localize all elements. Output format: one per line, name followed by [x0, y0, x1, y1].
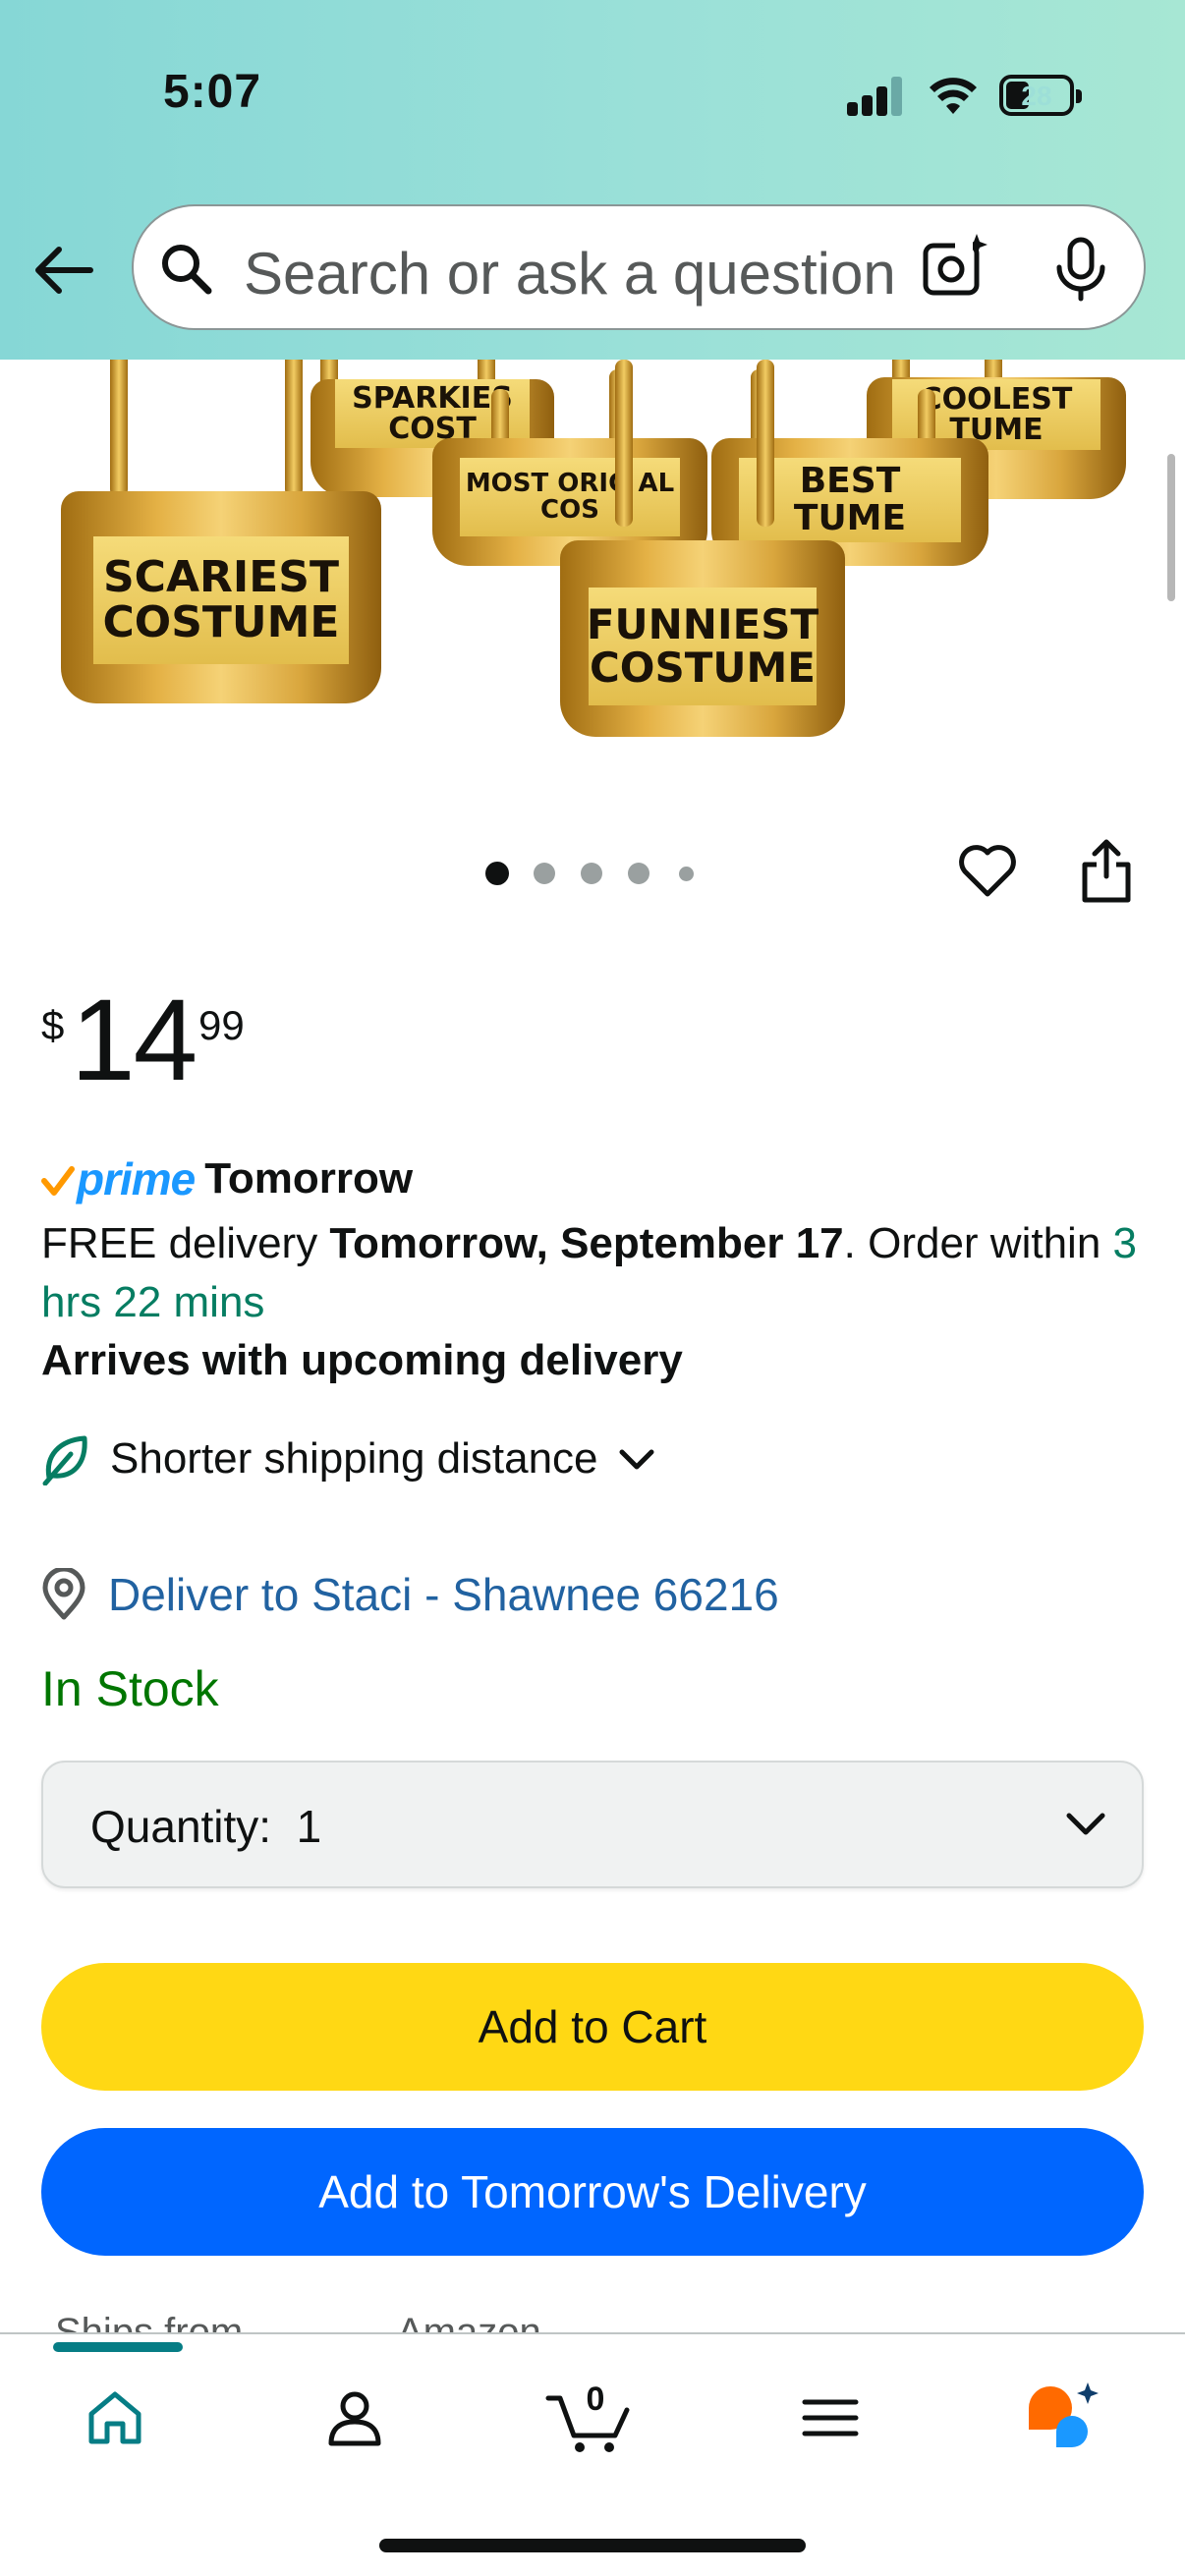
status-time: 5:07: [163, 66, 262, 118]
prime-delivery-label: Tomorrow: [204, 1154, 414, 1203]
chevron-down-icon: [1066, 1813, 1105, 1835]
search-icon: [162, 245, 212, 295]
chevron-down-icon: [619, 1449, 654, 1470]
nav-cart[interactable]: 0: [544, 2374, 633, 2462]
add-to-delivery-button[interactable]: Add to Tomorrow's Delivery: [41, 2128, 1144, 2256]
carousel-dot[interactable]: [581, 863, 602, 884]
cart-count: 0: [587, 2380, 605, 2418]
cart-icon: 0: [545, 2380, 630, 2452]
rufus-icon: [1029, 2382, 1099, 2447]
home-indicator: [379, 2539, 806, 2552]
back-arrow-icon[interactable]: [29, 236, 98, 305]
quantity-value: 1: [296, 1801, 322, 1852]
prime-check-icon: [41, 1166, 75, 1196]
price-whole: 14: [71, 976, 198, 1105]
wifi-icon: [930, 78, 977, 114]
menu-icon: [802, 2399, 859, 2436]
leaf-icon: [42, 1435, 87, 1485]
stock-status: In Stock: [41, 1661, 219, 1716]
quantity-label: Quantity: 1: [90, 1801, 322, 1852]
battery-level: 28: [1021, 81, 1052, 111]
shorter-shipping-label: Shorter shipping distance: [110, 1434, 598, 1483]
bottom-nav: 0: [0, 2332, 1185, 2576]
home-icon: [88, 2391, 141, 2444]
add-to-cart-button[interactable]: Add to Cart: [41, 1963, 1144, 2091]
carousel-dot[interactable]: [628, 863, 649, 884]
price-symbol: $: [41, 1002, 65, 1048]
account-icon: [328, 2391, 381, 2446]
trophy: FUNNIEST COSTUME: [560, 360, 845, 737]
search-placeholder: Search or ask a question: [244, 241, 896, 307]
nav-menu[interactable]: [786, 2374, 875, 2462]
share-icon[interactable]: [1077, 837, 1136, 906]
delivery-date: Tomorrow, September 17: [329, 1219, 844, 1267]
delivery-message: FREE delivery Tomorrow, September 17. Or…: [41, 1214, 1142, 1332]
prime-badge: prime Tomorrow: [41, 1149, 413, 1208]
search-input[interactable]: Search or ask a question: [132, 204, 1146, 330]
quantity-select[interactable]: Quantity: 1: [41, 1761, 1144, 1888]
price-fraction: 99: [198, 1002, 245, 1048]
deliver-to-label: Deliver to Staci - Shawnee 66216: [108, 1569, 779, 1620]
trophy: SCARIEST COSTUME: [61, 360, 381, 703]
prime-wordmark: prime: [77, 1153, 196, 1204]
trophy-label: SCARIEST COSTUME: [92, 536, 350, 664]
header: 5:07 28 Search or ask a question: [0, 0, 1185, 360]
arrives-message: Arrives with upcoming delivery: [41, 1336, 683, 1384]
nav-rufus[interactable]: [1018, 2374, 1106, 2462]
battery-icon: 28: [999, 75, 1082, 116]
order-within-text: . Order within: [843, 1219, 1113, 1267]
location-pin-icon: [42, 1568, 85, 1620]
carousel-dot[interactable]: [534, 863, 555, 884]
nav-account[interactable]: [310, 2374, 399, 2462]
cellular-signal-icon: [847, 77, 906, 116]
heart-icon[interactable]: [957, 841, 1018, 902]
scrollbar[interactable]: [1167, 454, 1175, 601]
nav-active-indicator: [53, 2342, 183, 2352]
shorter-shipping-toggle[interactable]: Shorter shipping distance: [41, 1425, 657, 1493]
free-delivery-prefix: FREE delivery: [41, 1219, 330, 1267]
carousel-dot[interactable]: [679, 867, 694, 881]
nav-home[interactable]: [71, 2374, 159, 2462]
carousel-dot[interactable]: [485, 862, 509, 885]
microphone-icon[interactable]: [1049, 236, 1112, 303]
camera-lens-icon[interactable]: [920, 232, 990, 303]
trophy-label: FUNNIEST COSTUME: [587, 588, 818, 705]
deliver-to-link[interactable]: Deliver to Staci - Shawnee 66216: [41, 1562, 779, 1627]
product-image[interactable]: SPARKIES COST COOLEST TUME MOST ORIG AL …: [0, 360, 1185, 753]
